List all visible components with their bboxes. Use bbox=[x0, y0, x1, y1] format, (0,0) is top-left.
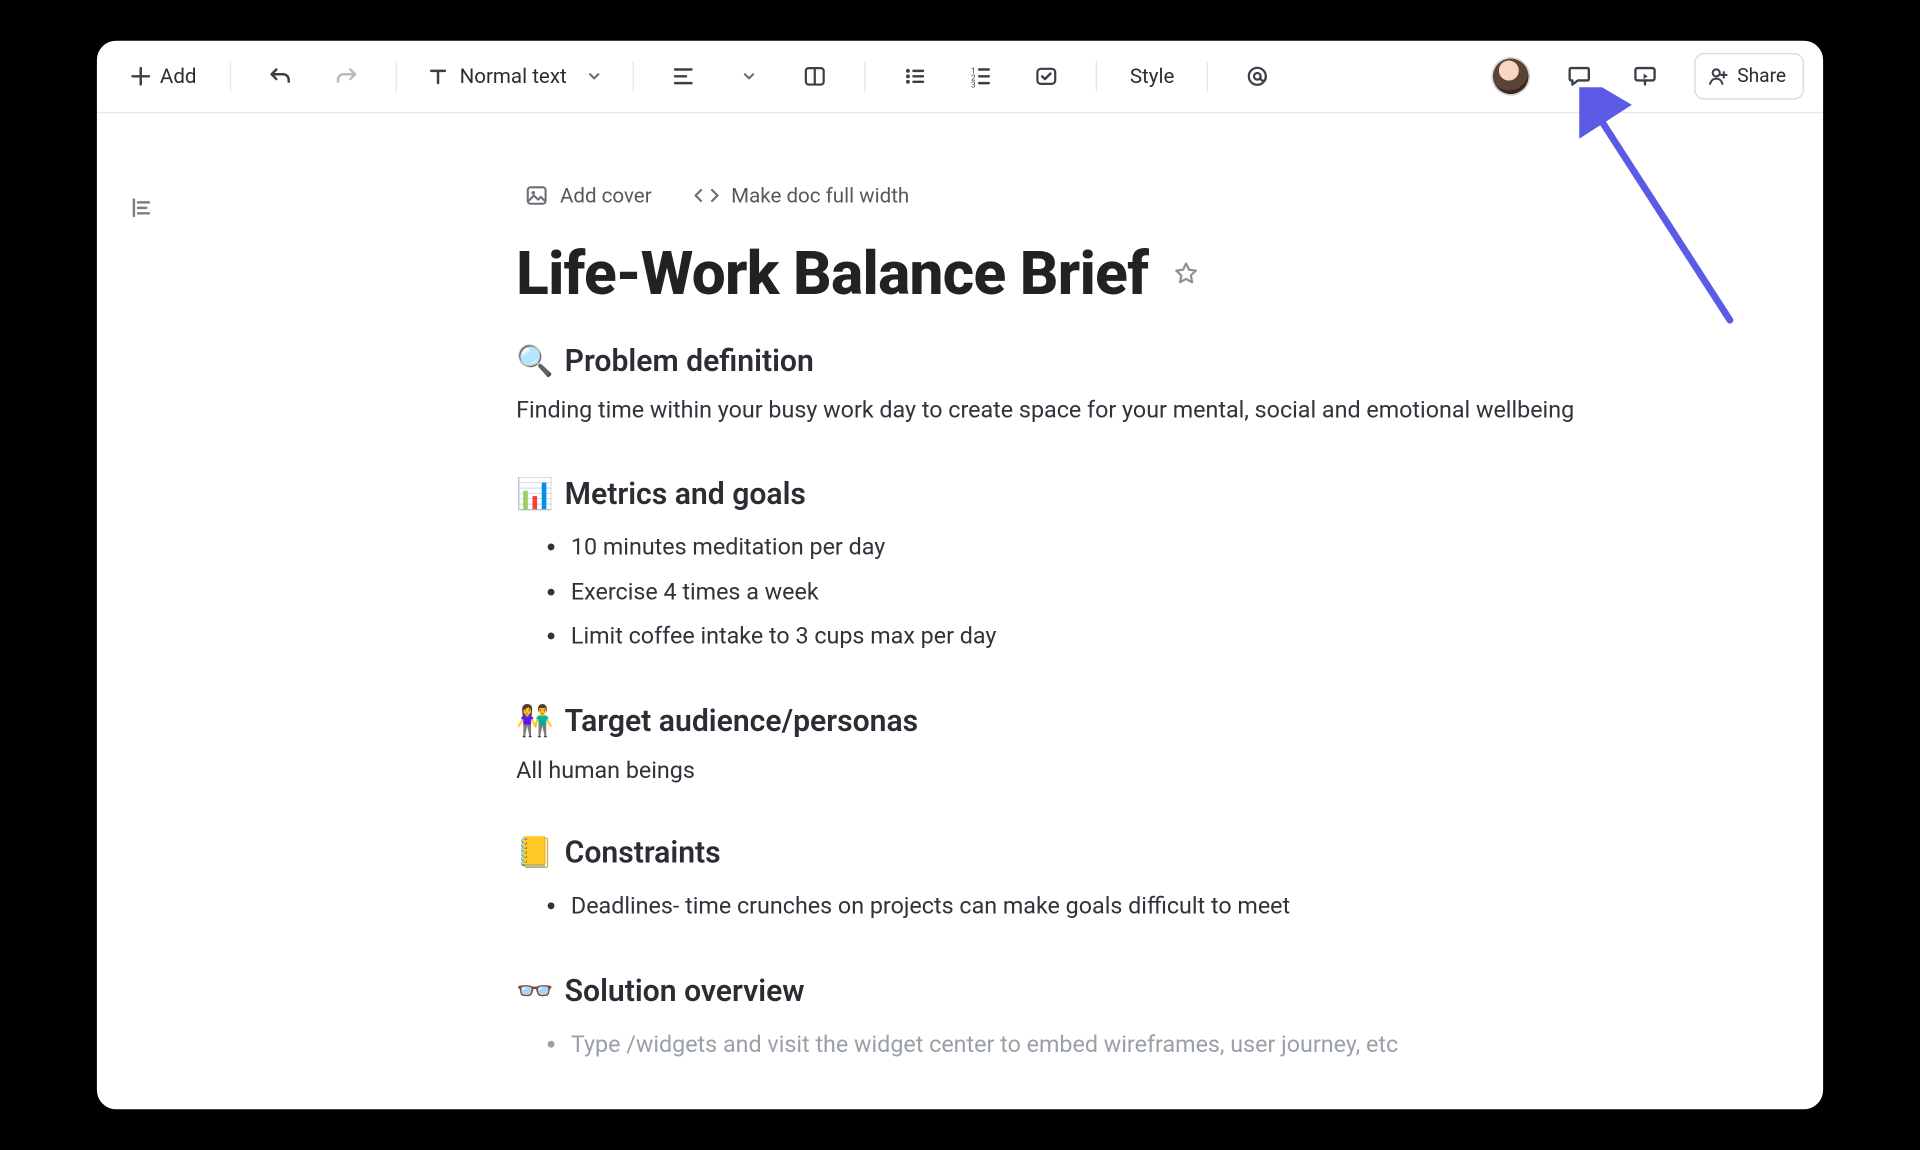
share-button[interactable]: Share bbox=[1695, 53, 1804, 100]
toolbar: Add Normal text bbox=[97, 41, 1823, 114]
at-sign-icon bbox=[1246, 64, 1271, 89]
toolbar-separator bbox=[1207, 61, 1208, 91]
section-emoji: 📒 bbox=[516, 836, 554, 870]
section-heading[interactable]: 👓 Solution overview bbox=[516, 975, 1585, 1009]
section-heading[interactable]: 🔍 Problem definition bbox=[516, 345, 1585, 379]
bulleted-list[interactable]: Type /widgets and visit the widget cente… bbox=[544, 1023, 1585, 1067]
numbered-list-icon: 123 bbox=[968, 64, 993, 89]
redo-button[interactable] bbox=[316, 54, 376, 98]
expand-horizontal-icon bbox=[693, 186, 720, 205]
checklist-icon bbox=[1034, 64, 1059, 89]
section-heading[interactable]: 📒 Constraints bbox=[516, 836, 1585, 870]
text-type-icon bbox=[427, 65, 449, 87]
bulleted-list-button[interactable] bbox=[885, 54, 945, 98]
section-heading[interactable]: 📊 Metrics and goals bbox=[516, 478, 1585, 512]
numbered-list-button[interactable]: 123 bbox=[950, 54, 1010, 98]
page-title[interactable]: Life-Work Balance Brief bbox=[516, 238, 1585, 309]
bulleted-list-icon bbox=[902, 64, 927, 89]
section-emoji: 🔍 bbox=[516, 345, 554, 379]
section-heading-text: Target audience/personas bbox=[565, 705, 919, 739]
mention-button[interactable] bbox=[1228, 54, 1288, 98]
star-outline-icon bbox=[1173, 260, 1200, 287]
layout-columns-button[interactable] bbox=[785, 54, 845, 98]
avatar[interactable] bbox=[1492, 57, 1530, 95]
paragraph[interactable]: Finding time within your busy work day t… bbox=[516, 393, 1585, 429]
style-button-label: Style bbox=[1124, 64, 1180, 89]
share-person-icon bbox=[1707, 65, 1729, 87]
presentation-icon bbox=[1632, 63, 1659, 90]
document-body: Add cover Make doc full width Life-Work … bbox=[516, 178, 1585, 1073]
section-heading[interactable]: 👫 Target audience/personas bbox=[516, 705, 1585, 739]
style-button[interactable]: Style bbox=[1116, 54, 1188, 98]
undo-button[interactable] bbox=[250, 54, 310, 98]
columns-icon bbox=[802, 64, 827, 89]
list-item[interactable]: Exercise 4 times a week bbox=[571, 570, 1585, 614]
toolbar-separator bbox=[864, 61, 865, 91]
add-cover-label: Add cover bbox=[560, 183, 652, 208]
full-width-button[interactable]: Make doc full width bbox=[685, 178, 918, 214]
list-item[interactable]: 10 minutes meditation per day bbox=[571, 526, 1585, 570]
section-heading-text: Solution overview bbox=[565, 975, 805, 1009]
section-heading-text: Problem definition bbox=[565, 345, 814, 379]
undo-icon bbox=[268, 64, 293, 89]
toolbar-separator bbox=[633, 61, 634, 91]
chevron-down-icon bbox=[741, 68, 757, 84]
toolbar-separator bbox=[229, 61, 230, 91]
full-width-label: Make doc full width bbox=[731, 183, 909, 208]
add-cover-button[interactable]: Add cover bbox=[516, 178, 660, 214]
doc-quick-actions: Add cover Make doc full width bbox=[516, 178, 1585, 214]
add-button[interactable]: Add bbox=[116, 54, 210, 98]
add-button-label: Add bbox=[160, 64, 197, 89]
bulleted-list[interactable]: 10 minutes meditation per day Exercise 4… bbox=[544, 526, 1585, 659]
text-style-dropdown[interactable]: Normal text bbox=[416, 54, 614, 98]
outline-icon bbox=[127, 194, 154, 221]
outline-toggle-button[interactable] bbox=[122, 189, 160, 227]
checklist-button[interactable] bbox=[1016, 54, 1076, 98]
comment-icon bbox=[1566, 63, 1593, 90]
chevron-down-icon bbox=[586, 68, 602, 84]
section-emoji: 👫 bbox=[516, 705, 554, 739]
plus-icon bbox=[130, 65, 152, 87]
favorite-button[interactable] bbox=[1167, 254, 1205, 292]
section-emoji: 📊 bbox=[516, 478, 554, 512]
present-button[interactable] bbox=[1615, 54, 1675, 98]
svg-text:3: 3 bbox=[971, 80, 976, 88]
list-item-placeholder[interactable]: Type /widgets and visit the widget cente… bbox=[571, 1023, 1585, 1067]
annotation-arrow bbox=[1579, 87, 1823, 361]
comments-button[interactable] bbox=[1550, 54, 1610, 98]
toolbar-separator bbox=[1096, 61, 1097, 91]
redo-icon bbox=[334, 64, 359, 89]
align-left-icon bbox=[671, 64, 696, 89]
align-button[interactable] bbox=[653, 54, 713, 98]
image-icon bbox=[524, 183, 549, 208]
text-style-label: Normal text bbox=[460, 64, 567, 89]
align-dropdown[interactable] bbox=[719, 54, 779, 98]
paragraph[interactable]: All human beings bbox=[516, 753, 1585, 789]
list-item[interactable]: Limit coffee intake to 3 cups max per da… bbox=[571, 615, 1585, 659]
page-title-text: Life-Work Balance Brief bbox=[516, 238, 1148, 309]
list-item[interactable]: Deadlines- time crunches on projects can… bbox=[571, 884, 1585, 928]
section-heading-text: Metrics and goals bbox=[565, 478, 806, 512]
document-window: Add Normal text bbox=[97, 41, 1823, 1110]
toolbar-separator bbox=[395, 61, 396, 91]
bulleted-list[interactable]: Deadlines- time crunches on projects can… bbox=[544, 884, 1585, 928]
share-button-label: Share bbox=[1737, 65, 1786, 87]
section-heading-text: Constraints bbox=[565, 836, 721, 870]
section-emoji: 👓 bbox=[516, 975, 554, 1009]
